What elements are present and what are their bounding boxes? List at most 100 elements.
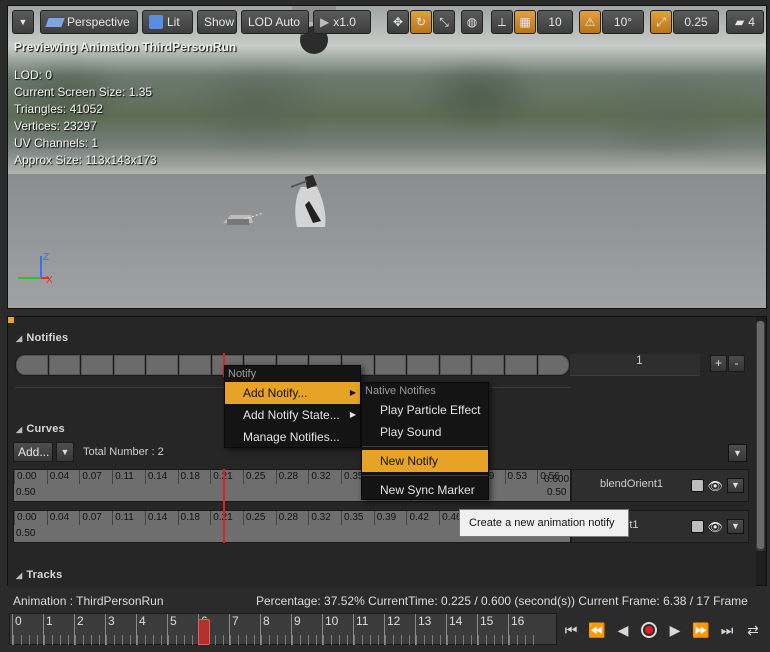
step-forward-button[interactable]: ⏩ bbox=[690, 619, 712, 641]
eye-icon[interactable]: 👁 bbox=[708, 520, 723, 534]
axis-gizmo-icon: Z X bbox=[18, 252, 53, 286]
curve-header-row: blendOrient1 👁 ▼ bbox=[571, 469, 749, 502]
menu-item-play-sound[interactable]: Play Sound bbox=[362, 421, 488, 443]
menu-item-label: Add Notify... bbox=[243, 386, 308, 400]
scale-arrow-icon: ⤢ bbox=[656, 15, 666, 29]
remove-track-button[interactable]: - bbox=[728, 355, 745, 372]
curve-controls: 👁 ▼ bbox=[690, 519, 744, 534]
curves-options-dropdown[interactable]: ▼ bbox=[728, 444, 747, 462]
lod-button[interactable]: LOD Auto bbox=[241, 10, 309, 34]
curve-checkbox[interactable] bbox=[690, 520, 704, 533]
camera-speed-button[interactable]: ▰ 4 bbox=[726, 10, 764, 34]
perspective-button[interactable]: Perspective bbox=[40, 10, 138, 34]
curves-header[interactable]: Curves bbox=[16, 423, 65, 435]
animation-name: Animation : ThirdPersonRun bbox=[13, 594, 164, 608]
stat-approx-size: Approx Size: 113x143x173 bbox=[14, 153, 157, 167]
curve-tick: 0.14 bbox=[144, 470, 178, 484]
curve-tick: 0.25 bbox=[242, 470, 276, 484]
notify-cell bbox=[374, 355, 407, 375]
scale-snap-dropdown[interactable]: 0.25 bbox=[673, 10, 719, 34]
tooltip: Create a new animation notify bbox=[459, 509, 629, 537]
skip-to-end-button[interactable]: ⏭ bbox=[716, 619, 738, 641]
curve-tick: 0.18 bbox=[177, 470, 211, 484]
menu-item-new-sync-marker[interactable]: New Sync Marker bbox=[362, 479, 488, 501]
timeline-frame: 5 bbox=[167, 614, 199, 645]
loop-button[interactable]: ⇄ bbox=[742, 619, 764, 641]
curve-tick: 0.07 bbox=[79, 470, 112, 484]
panel-corner-marker bbox=[8, 317, 14, 323]
curve-tick: 0.25 bbox=[242, 511, 276, 525]
skip-end-icon: ⏭ bbox=[720, 621, 734, 638]
lit-button[interactable]: Lit bbox=[142, 10, 193, 34]
world-local-toggle[interactable]: ◍ bbox=[461, 10, 483, 34]
curve-tick: 0.28 bbox=[275, 470, 309, 484]
notify-cell bbox=[113, 355, 146, 375]
grid-icon: ▦ bbox=[519, 15, 531, 29]
submenu-header: Native Notifies bbox=[365, 385, 436, 397]
play-button[interactable]: ▶ bbox=[664, 619, 686, 641]
menu-item-add-notify-state[interactable]: Add Notify State... ▶ bbox=[225, 404, 360, 426]
skip-to-start-button[interactable]: ⏮ bbox=[560, 619, 582, 641]
show-button[interactable]: Show bbox=[197, 10, 237, 34]
rotation-snap-value: 10° bbox=[613, 15, 633, 29]
scale-mode-button[interactable]: ⤡ bbox=[433, 10, 455, 34]
scrollbar-thumb[interactable] bbox=[757, 321, 764, 549]
timeline-frame: 14 bbox=[446, 614, 478, 645]
menu-item-add-notify[interactable]: Add Notify... ▶ bbox=[225, 382, 360, 404]
menu-item-manage-notifies[interactable]: Manage Notifies... bbox=[225, 426, 360, 448]
curve-tick: 0.14 bbox=[144, 511, 178, 525]
grid-size-value: 10 bbox=[548, 15, 562, 29]
curve-tick: 0.35 bbox=[341, 511, 374, 525]
menu-item-label: Add Notify State... bbox=[243, 408, 340, 422]
notify-cell bbox=[504, 355, 537, 375]
perspective-label: Perspective bbox=[67, 15, 130, 29]
notifies-header[interactable]: Notifies bbox=[16, 332, 68, 344]
rotation-snap-dropdown[interactable]: 10° bbox=[602, 10, 644, 34]
panel-scrollbar[interactable] bbox=[756, 321, 765, 551]
timeline-frame: 1 bbox=[43, 614, 75, 645]
lit-label: Lit bbox=[167, 15, 180, 29]
lod-label: LOD Auto bbox=[248, 15, 301, 29]
rotate-icon: ↻ bbox=[415, 15, 427, 29]
playback-speed-button[interactable]: ▶ x1.0 bbox=[313, 10, 371, 34]
menu-item-label: Manage Notifies... bbox=[243, 430, 340, 444]
timeline-frame: 15 bbox=[477, 614, 509, 645]
menu-separator bbox=[362, 446, 488, 447]
translate-mode-button[interactable]: ✥ bbox=[387, 10, 409, 34]
grid-snap-toggle[interactable]: ▦ bbox=[514, 10, 536, 34]
reverse-icon: ◀ bbox=[617, 621, 629, 638]
add-curve-dropdown[interactable]: ▼ bbox=[56, 442, 74, 462]
timeline-frame: 2 bbox=[74, 614, 106, 645]
tracks-header[interactable]: Tracks bbox=[16, 569, 62, 581]
play-icon: ▶ bbox=[669, 621, 681, 638]
curve-tick: 0.42 bbox=[406, 511, 439, 525]
eye-icon[interactable]: 👁 bbox=[708, 479, 723, 493]
move-icon: ✥ bbox=[392, 15, 404, 29]
record-button[interactable] bbox=[638, 619, 660, 641]
rotation-snap-toggle[interactable]: ⚠ bbox=[579, 10, 601, 34]
curve-tick: 0.32 bbox=[308, 511, 341, 525]
add-track-button[interactable]: + bbox=[710, 355, 727, 372]
curve-options-dropdown[interactable]: ▼ bbox=[727, 519, 744, 534]
preview-viewport[interactable]: ▼ Perspective Lit Show LOD Auto ▶ x1.0 ✥ bbox=[7, 5, 767, 309]
timeline-scrubber[interactable]: 012345678910111213141516 bbox=[9, 613, 557, 645]
curve-checkbox[interactable] bbox=[690, 479, 704, 492]
step-back-button[interactable]: ⏪ bbox=[586, 619, 608, 641]
surface-snap-button[interactable]: ⟂ bbox=[491, 10, 513, 34]
show-label: Show bbox=[204, 15, 235, 29]
menu-item-new-notify[interactable]: New Notify bbox=[362, 450, 488, 472]
grid-size-dropdown[interactable]: 10 bbox=[537, 10, 573, 34]
add-curve-button[interactable]: Add... bbox=[13, 442, 53, 462]
chevron-down-icon: ▼ bbox=[18, 17, 28, 27]
menu-item-play-particle-effect[interactable]: Play Particle Effect bbox=[362, 399, 488, 421]
transport-controls: ⏮ ⏪ ◀ ▶ ⏩ ⏭ ⇄ bbox=[558, 616, 766, 644]
scale-snap-toggle[interactable]: ⤢ bbox=[650, 10, 672, 34]
rotate-mode-button[interactable]: ↻ bbox=[410, 10, 432, 34]
play-reverse-button[interactable]: ◀ bbox=[612, 619, 634, 641]
curve-options-dropdown[interactable]: ▼ bbox=[727, 478, 744, 493]
chevron-down-icon: ▼ bbox=[731, 480, 740, 490]
viewport-options-button[interactable]: ▼ bbox=[12, 10, 34, 34]
camera-icon: ▰ bbox=[735, 15, 745, 29]
scrub-handle[interactable] bbox=[198, 619, 210, 645]
curve-tick: 0.00 bbox=[14, 470, 47, 484]
